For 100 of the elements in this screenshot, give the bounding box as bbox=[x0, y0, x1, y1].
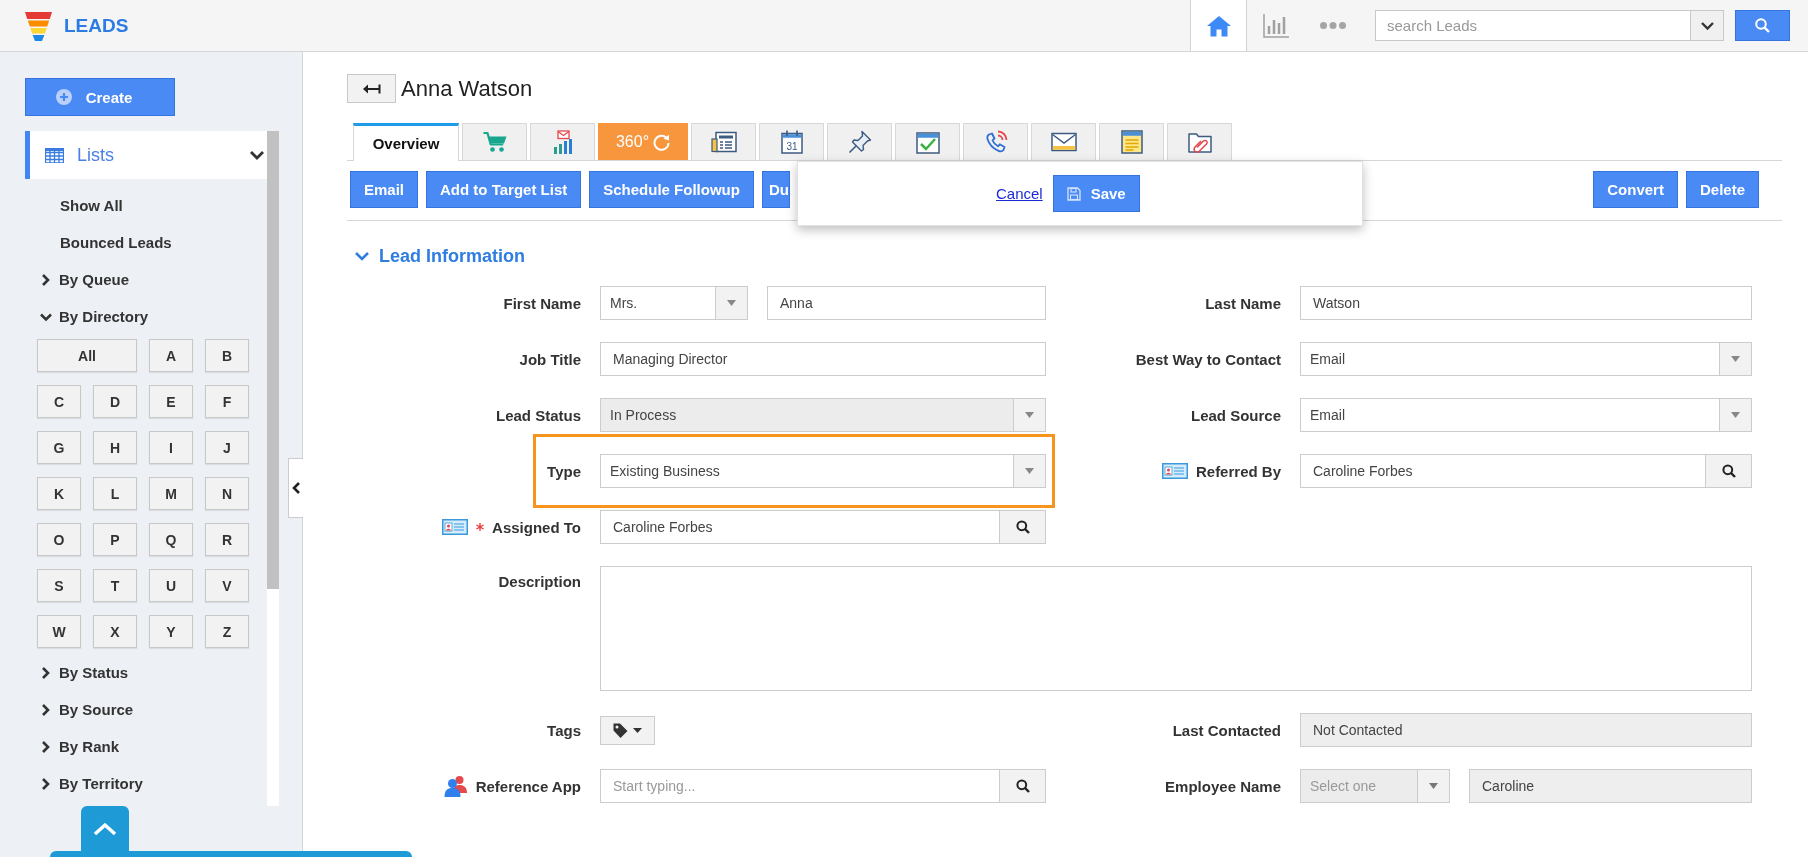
letter-button[interactable]: Y bbox=[149, 615, 193, 648]
letter-button[interactable]: E bbox=[149, 385, 193, 418]
back-arrow-icon bbox=[362, 82, 381, 95]
letter-button[interactable]: H bbox=[93, 431, 137, 464]
back-button[interactable] bbox=[347, 74, 396, 103]
more-dots-icon bbox=[1319, 22, 1346, 29]
sidebar-group[interactable]: By Rank bbox=[25, 728, 267, 765]
letter-button[interactable]: Q bbox=[149, 523, 193, 556]
sidebar-link[interactable]: Bounced Leads bbox=[25, 224, 267, 261]
scroll-top-button[interactable] bbox=[81, 806, 129, 851]
caret-icon bbox=[1025, 468, 1034, 474]
tab[interactable] bbox=[963, 123, 1028, 160]
letter-button[interactable]: B bbox=[205, 339, 249, 372]
letter-button[interactable]: O bbox=[37, 523, 81, 556]
dropdown[interactable]: Email bbox=[1300, 398, 1752, 432]
letter-button[interactable]: V bbox=[205, 569, 249, 602]
text-field[interactable]: Watson bbox=[1300, 286, 1752, 320]
contact-card-icon bbox=[442, 519, 469, 535]
lookup-field[interactable]: Caroline Forbes bbox=[600, 510, 1000, 544]
cart-icon bbox=[482, 131, 507, 153]
tab[interactable] bbox=[1167, 123, 1232, 160]
salutation-dropdown[interactable]: Mrs. bbox=[600, 286, 748, 320]
note-icon bbox=[1120, 130, 1143, 154]
search-icon bbox=[1755, 18, 1770, 33]
tab[interactable]: Overview bbox=[353, 123, 459, 161]
sidebar-group[interactable]: By Queue bbox=[25, 261, 267, 298]
letter-button[interactable]: M bbox=[149, 477, 193, 510]
folder-paperclip-icon bbox=[1187, 131, 1212, 153]
calendar-day: 31 bbox=[785, 141, 798, 152]
search-icon bbox=[1015, 520, 1030, 534]
field-label: Lead Status bbox=[495, 406, 581, 424]
sidebar-group[interactable]: By Territory bbox=[25, 765, 267, 802]
document-list-icon bbox=[710, 131, 737, 153]
dropdown[interactable]: Existing Business bbox=[600, 454, 1046, 488]
letter-button[interactable]: Z bbox=[205, 615, 249, 648]
field-label: First Name bbox=[503, 294, 581, 312]
letter-button[interactable]: X bbox=[93, 615, 137, 648]
caret-icon bbox=[633, 727, 642, 733]
search-icon bbox=[1015, 779, 1030, 793]
search-button[interactable] bbox=[1000, 510, 1046, 544]
tab[interactable] bbox=[1031, 123, 1096, 160]
search-button[interactable] bbox=[1000, 769, 1046, 803]
lookup-field[interactable]: Start typing... bbox=[600, 769, 1000, 803]
tab[interactable] bbox=[1099, 123, 1164, 160]
field-label: Tags bbox=[547, 721, 581, 739]
letter-button[interactable]: J bbox=[205, 431, 249, 464]
lookup-field[interactable]: Caroline Forbes bbox=[1300, 454, 1706, 488]
sidebar-group[interactable]: By Source bbox=[25, 691, 267, 728]
home-icon bbox=[1206, 14, 1231, 37]
tab[interactable] bbox=[530, 123, 595, 160]
letter-button[interactable]: A bbox=[149, 339, 193, 372]
description-field[interactable] bbox=[600, 566, 1752, 691]
letter-button[interactable]: W bbox=[37, 615, 81, 648]
calendar-check-icon bbox=[915, 130, 940, 154]
tab[interactable]: 31 bbox=[759, 123, 824, 160]
bar-chart-icon bbox=[1262, 13, 1289, 38]
tab[interactable] bbox=[895, 123, 960, 160]
field-label: Job Title bbox=[519, 350, 581, 368]
sidebar-link[interactable]: Show All bbox=[25, 187, 267, 224]
lists-header[interactable]: Lists bbox=[25, 131, 267, 179]
search-dropdown-button[interactable] bbox=[1690, 10, 1724, 41]
letter-button[interactable]: I bbox=[149, 431, 193, 464]
sidebar-group[interactable]: By Status bbox=[25, 654, 267, 691]
letter-button[interactable]: S bbox=[37, 569, 81, 602]
letter-button[interactable]: G bbox=[37, 431, 81, 464]
collapse-handle[interactable] bbox=[288, 458, 303, 518]
field-label: Last Contacted bbox=[1172, 721, 1281, 739]
letter-button[interactable]: C bbox=[37, 385, 81, 418]
sidebar-group[interactable]: By Directory bbox=[25, 298, 267, 335]
tags-button[interactable] bbox=[600, 715, 655, 745]
field-label: Type bbox=[547, 462, 581, 480]
caret-icon bbox=[1731, 412, 1740, 418]
letter-button[interactable]: All bbox=[37, 339, 137, 372]
dropdown[interactable]: Email bbox=[1300, 342, 1752, 376]
letter-button[interactable]: U bbox=[149, 569, 193, 602]
letter-button[interactable]: F bbox=[205, 385, 249, 418]
home-button[interactable] bbox=[1190, 0, 1247, 51]
field-label: Lead Source bbox=[1190, 406, 1281, 424]
letter-button[interactable]: P bbox=[93, 523, 137, 556]
letter-button[interactable]: D bbox=[93, 385, 137, 418]
scrollbar-thumb[interactable] bbox=[267, 131, 279, 589]
letter-button[interactable]: N bbox=[205, 477, 249, 510]
tab[interactable] bbox=[827, 123, 892, 160]
text-field[interactable]: Anna bbox=[767, 286, 1046, 320]
letter-button[interactable]: L bbox=[93, 477, 137, 510]
text-field[interactable]: Managing Director bbox=[600, 342, 1046, 376]
tab[interactable] bbox=[691, 123, 756, 160]
save-icon bbox=[1066, 186, 1081, 201]
search-field[interactable]: search Leads bbox=[1375, 10, 1690, 41]
chevron-up-icon bbox=[93, 821, 117, 836]
section-header[interactable]: Lead Information bbox=[347, 245, 525, 267]
cancel-link[interactable]: Cancel bbox=[996, 185, 1043, 202]
letter-button[interactable]: T bbox=[93, 569, 137, 602]
envelope-icon bbox=[1050, 132, 1077, 152]
caret-icon bbox=[1025, 412, 1034, 418]
plus-circle-icon bbox=[55, 89, 72, 105]
letter-button[interactable]: K bbox=[37, 477, 81, 510]
letter-button[interactable]: R bbox=[205, 523, 249, 556]
field-label: Employee Name bbox=[1165, 777, 1281, 795]
search-button[interactable] bbox=[1706, 454, 1752, 488]
